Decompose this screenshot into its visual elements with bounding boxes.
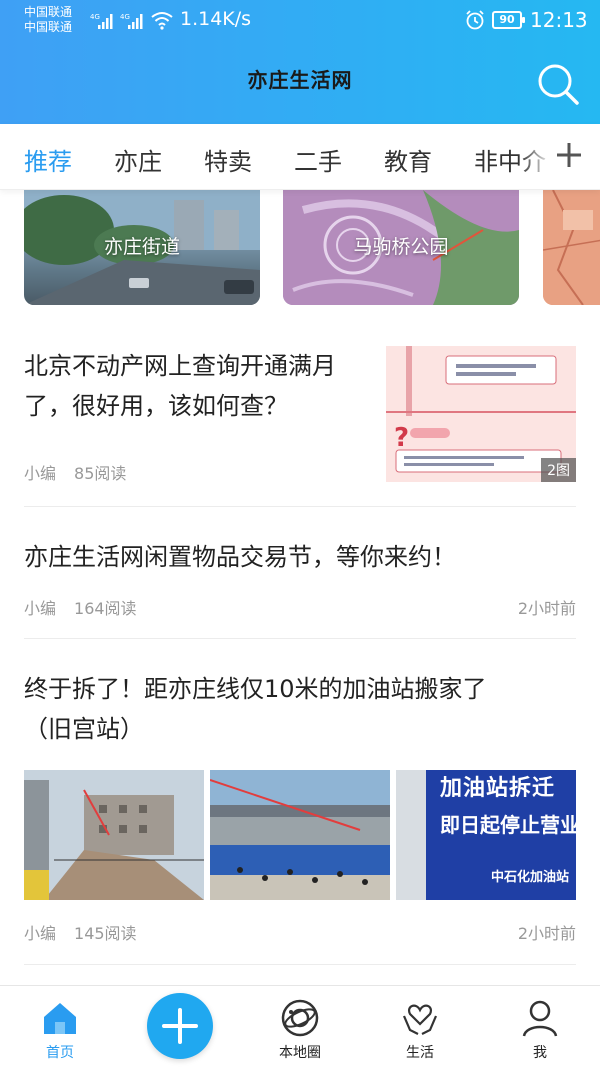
gas-station-crowd-photo xyxy=(210,770,390,900)
article-card[interactable]: 北京不动产网上查询开通满月 了，很好用，该如何查？ 小编 85阅读 ? 2图 xyxy=(24,330,576,507)
article-author: 小编 xyxy=(24,599,57,618)
user-icon xyxy=(522,1000,558,1037)
article-meta: 小编 85阅读 xyxy=(24,460,126,484)
publish-button[interactable] xyxy=(147,993,213,1059)
search-icon[interactable] xyxy=(536,62,580,106)
article-thumbnail xyxy=(210,770,390,900)
carrier-2: 中国联通 xyxy=(24,20,73,34)
nav-life-label: 生活 xyxy=(406,1045,434,1061)
page-title: 亦庄生活网 xyxy=(247,68,353,92)
article-time: 2小时前 xyxy=(517,599,576,618)
sign-text-1: 加油站拆迁 xyxy=(440,776,556,801)
picture-count-badge: 2图 xyxy=(541,458,576,482)
map-thumbnail xyxy=(543,190,600,305)
sign-text-2: 即日起停止营业 xyxy=(440,813,576,837)
tab-yizhuang[interactable]: 亦庄 xyxy=(114,142,162,177)
app-header: 中国联通 中国联通 4G 4G 1.14K/s 90 12:13 亦庄生活网 xyxy=(0,0,600,124)
status-time: 12:13 xyxy=(530,8,588,32)
tab-education[interactable]: 教育 xyxy=(384,142,432,177)
article-title-line: 北京不动产网上查询开通满月 xyxy=(24,352,336,380)
nav-home-label: 首页 xyxy=(46,1045,74,1061)
article-title-line: （旧宫站） xyxy=(24,715,144,743)
svg-text:4G: 4G xyxy=(90,13,100,21)
planet-icon xyxy=(281,999,319,1037)
article-meta: 小编 145阅读 xyxy=(24,920,137,944)
article-card[interactable]: 终于拆了！距亦庄线仅10米的加油站搬家了 （旧宫站） 加油站拆迁 即日起停止营业… xyxy=(24,639,576,965)
article-title-line: 终于拆了！距亦庄线仅10米的加油站搬家了 xyxy=(24,675,487,703)
category-tabs: 推荐 亦庄 特卖 二手 教育 非中介 xyxy=(0,124,600,190)
article-meta: 小编 164阅读 xyxy=(24,595,137,619)
svg-text:?: ? xyxy=(394,423,409,453)
article-title: 北京不动产网上查询开通满月 了，很好用，该如何查？ xyxy=(24,346,374,426)
article-title-line: 了，很好用，该如何查？ xyxy=(24,392,288,420)
nav-me-label: 我 xyxy=(533,1045,547,1061)
article-author: 小编 xyxy=(24,464,57,483)
article-reads: 145阅读 xyxy=(74,924,137,943)
article-time: 2小时前 xyxy=(517,924,576,943)
topic-card-label: 马驹桥公园 xyxy=(353,236,449,258)
nav-local-circle[interactable]: 本地圈 xyxy=(240,986,360,1067)
network-speed: 1.14K/s xyxy=(180,8,252,30)
status-bar: 中国联通 中国联通 4G 4G 1.14K/s 90 12:13 xyxy=(0,0,600,40)
tab-sale[interactable]: 特卖 xyxy=(204,142,252,177)
plus-icon xyxy=(162,1008,198,1044)
tab-recommend[interactable]: 推荐 xyxy=(24,142,72,177)
wifi-icon xyxy=(151,12,173,30)
battery-indicator: 90 xyxy=(492,11,525,29)
topic-card-label: 亦庄街道 xyxy=(103,236,180,258)
topic-card-park[interactable]: 马驹桥公园 xyxy=(283,190,519,305)
nav-life[interactable]: 生活 xyxy=(360,986,480,1067)
carrier-labels: 中国联通 中国联通 xyxy=(24,5,72,35)
topic-card-yizhuang-street[interactable]: 亦庄街道 xyxy=(24,190,260,305)
article-card[interactable]: 亦庄生活网闲置物品交易节，等你来约！ 小编 164阅读 2小时前 xyxy=(24,507,576,639)
article-thumbnail: 加油站拆迁 即日起停止营业 中石化加油站 xyxy=(396,770,576,900)
demolition-photo xyxy=(24,770,204,900)
article-reads: 85阅读 xyxy=(74,464,127,483)
svg-text:4G: 4G xyxy=(120,13,130,21)
nav-home[interactable]: 首页 xyxy=(0,986,120,1067)
nav-me[interactable]: 我 xyxy=(480,986,600,1067)
article-title: 终于拆了！距亦庄线仅10米的加油站搬家了 （旧宫站） xyxy=(24,669,576,749)
bottom-nav: 首页 本地圈 生活 我 xyxy=(0,985,600,1067)
article-author: 小编 xyxy=(24,924,57,943)
signal-icon: 4G xyxy=(90,13,113,29)
article-reads: 164阅读 xyxy=(74,599,137,618)
article-thumbnail xyxy=(24,770,204,900)
topic-cards: 亦庄街道 马驹桥公园 xyxy=(0,190,600,308)
topic-card-map[interactable] xyxy=(543,190,600,305)
plus-icon[interactable] xyxy=(552,138,586,172)
sign-left-wall xyxy=(396,770,426,900)
nav-local-circle-label: 本地圈 xyxy=(279,1045,321,1061)
article-thumbnail: ? 2图 xyxy=(386,346,576,482)
carrier-1: 中国联通 xyxy=(24,5,73,19)
alarm-icon xyxy=(466,10,484,30)
tab-second-hand[interactable]: 二手 xyxy=(294,142,342,177)
home-icon xyxy=(44,1003,76,1034)
sign-text-3: 中石化加油站 xyxy=(491,870,570,885)
article-title: 亦庄生活网闲置物品交易节，等你来约！ xyxy=(24,543,456,571)
signal-icon: 4G xyxy=(120,13,143,29)
hands-heart-icon xyxy=(402,1004,438,1035)
